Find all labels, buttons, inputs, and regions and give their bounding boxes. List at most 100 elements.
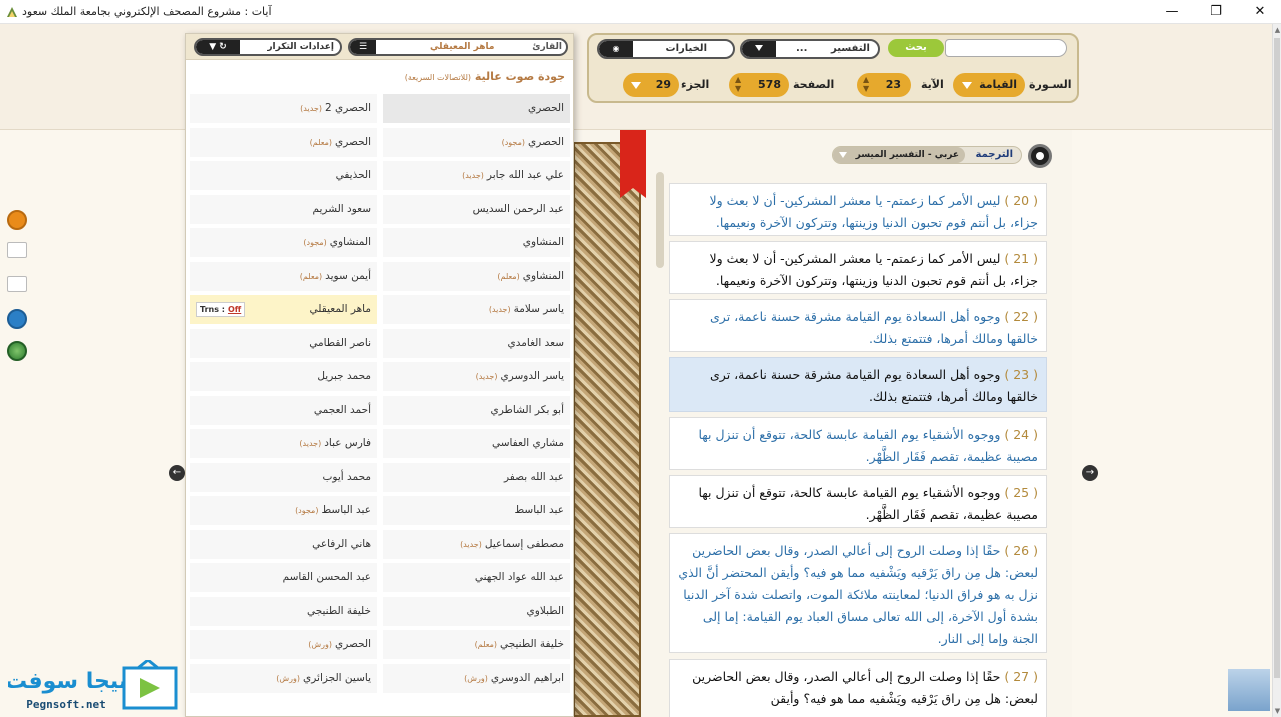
reader-name: أحمد العجمي [313, 403, 371, 416]
reader-option[interactable]: ماهر المعيقلي Trns : Off [190, 295, 377, 324]
reader-option[interactable]: عبد الباسط [383, 496, 570, 525]
reader-name: عبد الله بصفر [504, 470, 564, 483]
verse-item[interactable]: ( 25 ) ووجوه الأشقياء يوم القيامة عابسة … [669, 475, 1047, 528]
juz-selector[interactable]: 29 [623, 73, 679, 97]
scroll-down-icon[interactable]: ▼ [1273, 705, 1281, 717]
settings-gear-icon[interactable] [1028, 144, 1052, 168]
reader-option[interactable]: فارس عباد(جديد) [190, 429, 377, 458]
reader-option[interactable]: هاني الرفاعي [190, 529, 377, 559]
surah-dropdown-icon[interactable] [962, 82, 972, 89]
reader-option[interactable]: سعود الشريم [190, 194, 377, 224]
verse-item[interactable]: ( 24 ) ووجوه الأشقياء يوم القيامة عابسة … [669, 417, 1047, 470]
reader-option[interactable]: عبد المحسن القاسم [190, 563, 377, 592]
trns-toggle[interactable]: Trns : Off [196, 302, 246, 317]
logo-url-text: Pegnsoft.net [26, 698, 105, 711]
verse-item[interactable]: ( 26 ) حقًا إذا وصلت الروح إلى أعالي الص… [669, 533, 1047, 653]
quality-heading: جودة صوت عالية (للاتصالات السريعة) [404, 70, 565, 83]
reader-option[interactable]: علي عبد الله جابر(جديد) [383, 161, 570, 190]
repeat-settings[interactable]: ▼ ↻ إعدادات التكرار [194, 38, 342, 56]
reader-tag: (مجود) [303, 238, 327, 247]
tafsir-dropdown-icon[interactable] [742, 41, 776, 57]
reader-option[interactable]: محمد أيوب [190, 462, 377, 492]
reader-option[interactable]: ياسر سلامة(جديد) [383, 295, 570, 324]
minimize-button[interactable]: — [1162, 2, 1182, 22]
reader-name: ناصر القطامي [309, 336, 371, 349]
reader-option[interactable]: أيمن سويد(معلم) [190, 261, 377, 291]
reader-option[interactable]: سعد الغامدي [383, 328, 570, 358]
verse-item-selected[interactable]: ( 23 ) وجوه أهل السعادة يوم القيامة مشرق… [669, 357, 1047, 412]
surah-selector[interactable]: القيامة [953, 73, 1025, 97]
verse-item[interactable]: ( 21 ) ليس الأمر كما زعمتم- يا معشر المش… [669, 241, 1047, 294]
reader-option[interactable]: الحصري 2(جديد) [190, 94, 377, 123]
navigation-toolbar: بحث ... التفسير ◉ الخيارات السـورة القيا… [587, 33, 1079, 103]
translation-label: الترجمة [975, 149, 1013, 160]
open-book-icon[interactable] [7, 276, 27, 292]
reader-option[interactable]: أبو بكر الشاطري [383, 395, 570, 425]
audio-download-icon[interactable] [7, 210, 27, 230]
close-button[interactable]: ✕ [1250, 2, 1270, 22]
reader-tag: (ورش) [464, 673, 488, 683]
verse-item[interactable]: ( 22 ) وجوه أهل السعادة يوم القيامة مشرق… [669, 299, 1047, 352]
next-page-arrow-icon[interactable]: → [1082, 465, 1098, 481]
reader-option[interactable]: الحذيفي [190, 161, 377, 190]
reader-option[interactable]: عبد الباسط(مجود) [190, 496, 377, 525]
reader-option[interactable]: ياسين الجزائري(ورش) [190, 663, 377, 693]
scroll-up-icon[interactable]: ▲ [1273, 24, 1281, 36]
reader-option[interactable]: ناصر القطامي [190, 328, 377, 358]
verse-item[interactable]: ( 20 ) ليس الأمر كما زعمتم- يا معشر المش… [669, 183, 1047, 236]
reader-name: عبد الله عواد الجهني [474, 571, 564, 583]
reader-option[interactable]: عبد الله عواد الجهني [383, 563, 570, 592]
reader-option[interactable]: المنشاوي [383, 228, 570, 257]
list-icon[interactable]: ☰ [350, 40, 376, 54]
reader-option[interactable]: المنشاوي(مجود) [190, 228, 377, 257]
translation-selector[interactable]: الترجمة عربي - التفسير الميسر [832, 146, 1022, 164]
options-selector[interactable]: ◉ الخيارات [597, 39, 735, 59]
page-stepper-arrows-icon[interactable]: ▲ ▼ [735, 75, 741, 93]
reader-name: الحصري 2 [324, 102, 371, 114]
reader-tag: (معلم) [474, 640, 497, 649]
page-ornament-border [573, 142, 641, 717]
reader-option[interactable]: ياسر الدوسري(جديد) [383, 362, 570, 391]
previous-page-arrow-icon[interactable]: ← [169, 465, 185, 481]
reader-option[interactable]: أحمد العجمي [190, 395, 377, 425]
reader-option[interactable]: عبد الله بصفر [383, 462, 570, 492]
reader-option[interactable]: خليفة الطنيجي(معلم) [383, 630, 570, 659]
reader-option[interactable]: محمد جبريل [190, 362, 377, 391]
reader-name: ابراهيم الدوسري [490, 671, 564, 684]
help-icon[interactable] [7, 309, 27, 329]
verse-item[interactable]: ( 27 ) حقًا إذا وصلت الروح إلى أعالي الص… [669, 659, 1047, 717]
bookmark-ribbon-icon[interactable] [620, 130, 646, 198]
eye-icon[interactable]: ◉ [599, 41, 633, 57]
translation-dropdown-icon[interactable] [839, 152, 847, 158]
juz-dropdown-icon[interactable] [631, 82, 641, 89]
search-input[interactable] [945, 39, 1067, 57]
reader-option[interactable]: المنشاوي(معلم) [383, 261, 570, 291]
window-scrollbar[interactable]: ▲ ▼ [1272, 24, 1281, 717]
reader-selector[interactable]: ☰ ماهر المعيقلي القارئ [348, 38, 568, 56]
scroll-thumb[interactable] [1274, 38, 1280, 678]
reader-option[interactable]: الحصري(ورش) [190, 630, 377, 659]
book-icon[interactable] [7, 242, 27, 258]
reader-option[interactable]: ابراهيم الدوسري(ورش) [383, 663, 570, 693]
reader-name: الطبلاوي [526, 604, 564, 617]
reader-name: عبد الرحمن السديس [472, 202, 564, 215]
reader-option[interactable]: عبد الرحمن السديس [383, 194, 570, 224]
reader-option[interactable]: الطبلاوي [383, 596, 570, 626]
ayah-stepper[interactable]: ▲ ▼ 23 [857, 73, 911, 97]
ayah-stepper-arrows-icon[interactable]: ▲ ▼ [863, 75, 869, 93]
search-button[interactable]: بحث [888, 39, 944, 57]
globe-icon[interactable] [7, 341, 27, 361]
reader-option[interactable]: خليفة الطنيجي [190, 596, 377, 626]
reader-option[interactable]: الحصري(معلم) [190, 127, 377, 157]
verses-scrollbar[interactable] [656, 172, 664, 268]
reader-option[interactable]: الحصري [383, 94, 570, 123]
reader-option[interactable]: مشاري العفاسي [383, 429, 570, 458]
reader-name: ماهر المعيقلي [309, 303, 371, 315]
tafsir-selector[interactable]: ... التفسير [740, 39, 880, 59]
maximize-button[interactable]: ❐ [1206, 2, 1226, 22]
page-stepper[interactable]: ▲ ▼ 578 [729, 73, 789, 97]
reader-option[interactable]: مصطفى إسماعيل(جديد) [383, 529, 570, 559]
repeat-icon[interactable]: ▼ ↻ [196, 40, 240, 54]
reader-name: الحصري [334, 638, 371, 650]
reader-option[interactable]: الحصري(مجود) [383, 127, 570, 157]
